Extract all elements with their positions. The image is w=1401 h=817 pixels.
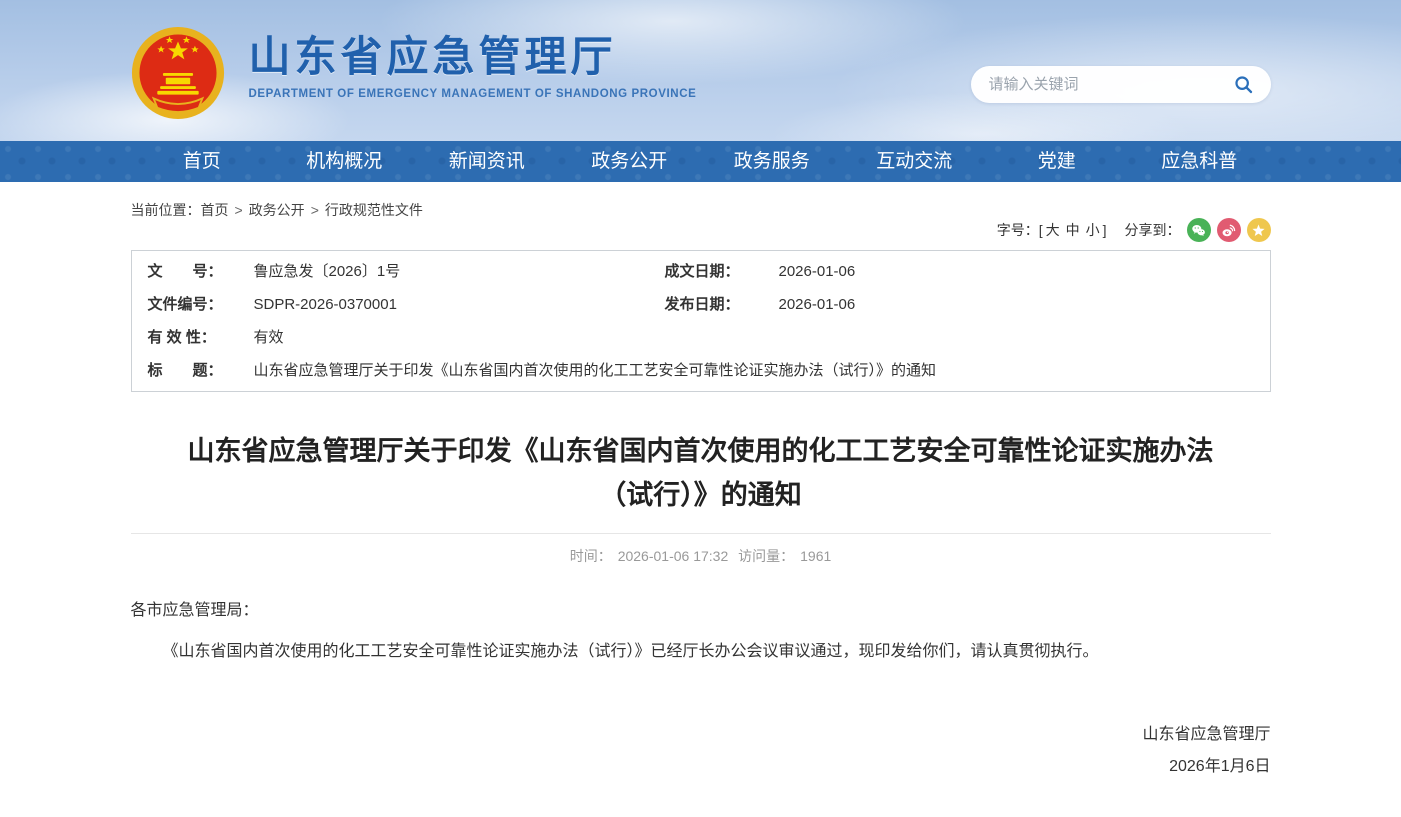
search-box [971, 66, 1271, 103]
written-date-label: 成文日期： [665, 255, 765, 288]
nav-item-news[interactable]: 新闻资讯 [416, 141, 559, 182]
article-toolbar: 字号： [ 大 中 小 ] 分享到： [997, 182, 1271, 248]
breadcrumb-item-gov-disclosure[interactable]: 政务公开 [249, 202, 305, 218]
written-date-value: 2026-01-06 [765, 255, 1254, 288]
file-code-value: SDPR-2026-0370001 [240, 288, 665, 321]
wechat-icon [1190, 222, 1207, 239]
breadcrumb-separator: > [235, 202, 243, 218]
file-code-label: 文件编号： [148, 288, 240, 321]
validity-label: 有 效 性： [148, 321, 240, 354]
document-info-table: 文 号： 鲁应急发〔2026〕1号 成文日期： 2026-01-06 文件编号：… [131, 250, 1271, 392]
share-qzone-button[interactable] [1247, 218, 1271, 242]
share-label: 分享到： [1125, 220, 1181, 240]
signature-block: 山东省应急管理厅 2026年1月6日 [131, 719, 1271, 817]
doc-number-label: 文 号： [148, 255, 240, 288]
font-size-large-button[interactable]: 大 [1046, 220, 1060, 240]
publish-date-label: 发布日期： [665, 288, 765, 321]
time-value: 2026-01-06 17:32 [618, 548, 729, 564]
site-subtitle: DEPARTMENT OF EMERGENCY MANAGEMENT OF SH… [249, 88, 697, 100]
search-input[interactable] [989, 76, 1231, 93]
breadcrumb: 当前位置：首页 > 政务公开 > 行政规范性文件 [131, 182, 423, 248]
breadcrumb-label: 当前位置： [131, 202, 201, 218]
font-size-label: 字号： [997, 220, 1039, 240]
article-body: 各市应急管理局： 《山东省国内首次使用的化工工艺安全可靠性论证实施办法（试行）》… [131, 596, 1271, 817]
nav-item-home[interactable]: 首页 [131, 141, 274, 182]
site-header: 山东省应急管理厅 DEPARTMENT OF EMERGENCY MANAGEM… [0, 0, 1401, 141]
publish-date-value: 2026-01-06 [765, 288, 1254, 321]
nav-item-gov-services[interactable]: 政务服务 [701, 141, 844, 182]
doc-number-value: 鲁应急发〔2026〕1号 [240, 255, 665, 288]
weibo-icon [1220, 222, 1237, 239]
nav-item-gov-disclosure[interactable]: 政务公开 [558, 141, 701, 182]
validity-value: 有效 [240, 321, 665, 354]
star-icon [1250, 222, 1267, 239]
site-title: 山东省应急管理厅 [249, 34, 697, 80]
article-meta: 时间： 2026-01-06 17:32 访问量： 1961 [131, 533, 1271, 566]
table-row: 文 号： 鲁应急发〔2026〕1号 成文日期： 2026-01-06 [132, 255, 1270, 288]
font-size-medium-button[interactable]: 中 [1066, 220, 1080, 240]
nav-item-party-building[interactable]: 党建 [986, 141, 1129, 182]
breadcrumb-separator: > [311, 202, 319, 218]
breadcrumb-item-regulatory-docs[interactable]: 行政规范性文件 [325, 202, 423, 218]
national-emblem-logo [131, 26, 225, 120]
table-row: 文件编号： SDPR-2026-0370001 发布日期： 2026-01-06 [132, 288, 1270, 321]
search-button[interactable] [1231, 72, 1257, 98]
site-brand: 山东省应急管理厅 DEPARTMENT OF EMERGENCY MANAGEM… [131, 0, 697, 141]
visits-value: 1961 [800, 548, 831, 564]
nav-item-interaction[interactable]: 互动交流 [843, 141, 986, 182]
nav-item-organization[interactable]: 机构概况 [273, 141, 416, 182]
table-row: 有 效 性： 有效 [132, 321, 1270, 354]
share-weibo-button[interactable] [1217, 218, 1241, 242]
salutation: 各市应急管理局： [131, 596, 1271, 626]
font-size-small-button[interactable]: 小 [1086, 220, 1100, 240]
font-size-bracket-close: ] [1103, 222, 1107, 238]
signer-name: 山东省应急管理厅 [131, 719, 1271, 751]
doc-title-value: 山东省应急管理厅关于印发《山东省国内首次使用的化工工艺安全可靠性论证实施办法（试… [240, 354, 1254, 387]
sign-date: 2026年1月6日 [131, 751, 1271, 783]
main-nav: 首页 机构概况 新闻资讯 政务公开 政务服务 互动交流 党建 应急科普 [0, 141, 1401, 182]
table-row: 标 题： 山东省应急管理厅关于印发《山东省国内首次使用的化工工艺安全可靠性论证实… [132, 354, 1270, 387]
nav-item-emergency-science[interactable]: 应急科普 [1128, 141, 1271, 182]
visits-label: 访问量： [738, 548, 794, 564]
page-title: 山东省应急管理厅关于印发《山东省国内首次使用的化工工艺安全可靠性论证实施办法（试… [181, 430, 1221, 517]
time-label: 时间： [570, 548, 612, 564]
page: 山东省应急管理厅 DEPARTMENT OF EMERGENCY MANAGEM… [0, 0, 1401, 817]
doc-title-label: 标 题： [148, 354, 240, 387]
body-paragraph: 《山东省国内首次使用的化工工艺安全可靠性论证实施办法（试行）》已经厅长办公会议审… [131, 637, 1271, 667]
font-size-bracket-open: [ [1039, 222, 1043, 238]
share-wechat-button[interactable] [1187, 218, 1211, 242]
search-icon [1233, 74, 1255, 96]
breadcrumb-item-home[interactable]: 首页 [201, 202, 229, 218]
